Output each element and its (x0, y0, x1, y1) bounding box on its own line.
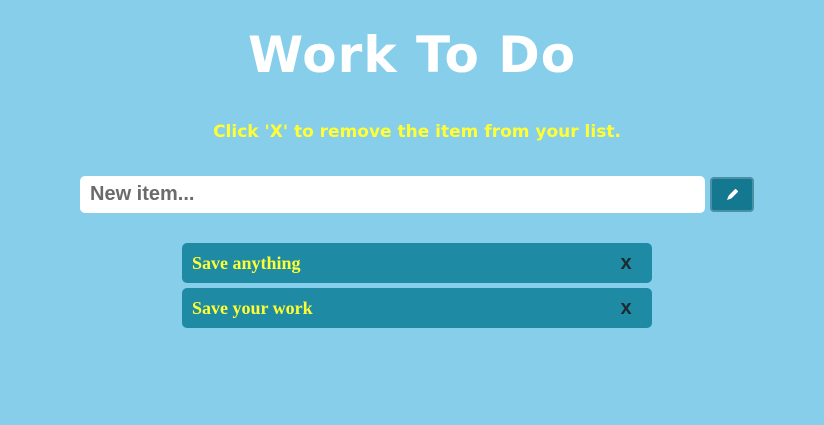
pencil-icon (727, 188, 739, 200)
todo-item: Save your work x (182, 288, 652, 328)
todo-item-text: Save anything (192, 253, 301, 273)
remove-item-button[interactable]: x (615, 251, 637, 275)
add-item-button[interactable] (710, 177, 754, 212)
page-title: Work To Do (247, 26, 577, 84)
remove-item-button[interactable]: x (615, 296, 637, 320)
todo-item: Save anything x (182, 243, 652, 283)
todo-app: Work To Do Click 'X' to remove the item … (0, 0, 824, 425)
todo-item-text: Save your work (192, 298, 313, 318)
new-item-input[interactable] (80, 176, 705, 213)
todo-list: Save anything x Save your work x (182, 243, 652, 333)
instructions-text: Click 'X' to remove the item from your l… (213, 122, 621, 142)
